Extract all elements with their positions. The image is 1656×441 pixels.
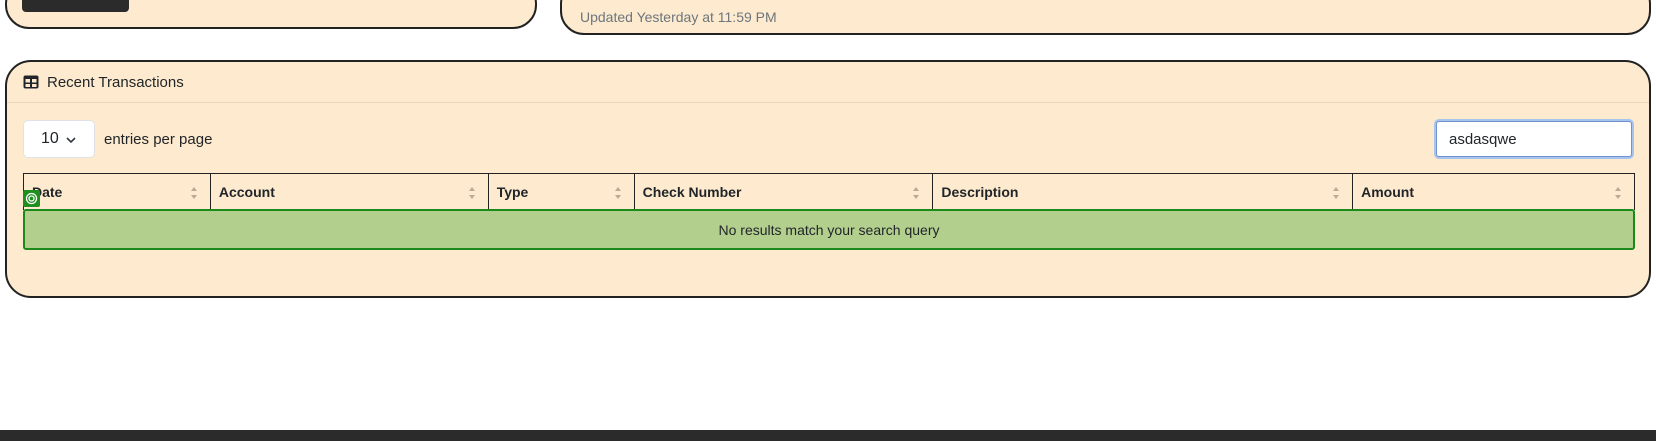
recent-transactions-card: Recent Transactions 10 entries per page …: [5, 60, 1651, 298]
column-header-type[interactable]: Type: [487, 173, 635, 210]
top-left-card-button[interactable]: [22, 0, 129, 12]
updated-timestamp: Updated Yesterday at 11:59 PM: [580, 9, 777, 25]
column-header-account[interactable]: Account: [209, 173, 489, 210]
entries-selected-value: 10: [41, 130, 59, 147]
sort-icon: [1615, 187, 1621, 199]
sort-icon: [913, 187, 920, 199]
column-header-description[interactable]: Description: [932, 173, 1354, 210]
transactions-table: Date Account Type Check Number Descripti…: [23, 173, 1635, 210]
column-header-amount[interactable]: Amount: [1352, 173, 1635, 210]
card-header: Recent Transactions: [7, 62, 1649, 103]
chevron-down-icon: [65, 133, 77, 145]
empty-results-row: No results match your search query: [23, 209, 1635, 250]
sort-icon: [190, 187, 197, 199]
target-icon: [23, 190, 40, 207]
sort-icon: [1333, 187, 1340, 199]
top-right-card: Updated Yesterday at 11:59 PM: [560, 0, 1651, 35]
table-icon: [23, 75, 39, 89]
entries-control: 10 entries per page: [23, 120, 212, 158]
card-title: Recent Transactions: [47, 73, 184, 91]
table-header-row: Date Account Type Check Number Descripti…: [23, 173, 1635, 210]
entries-per-page-select[interactable]: 10: [23, 120, 95, 158]
entries-per-page-label: entries per page: [104, 130, 213, 148]
sort-icon: [614, 187, 621, 199]
column-header-check-number[interactable]: Check Number: [633, 173, 934, 210]
sort-icon: [468, 187, 475, 199]
column-header-date[interactable]: Date: [23, 173, 211, 210]
footer-bar: [0, 430, 1656, 441]
top-left-card: [5, 0, 537, 29]
empty-results-message: No results match your search query: [718, 221, 940, 238]
search-input[interactable]: [1434, 119, 1634, 159]
